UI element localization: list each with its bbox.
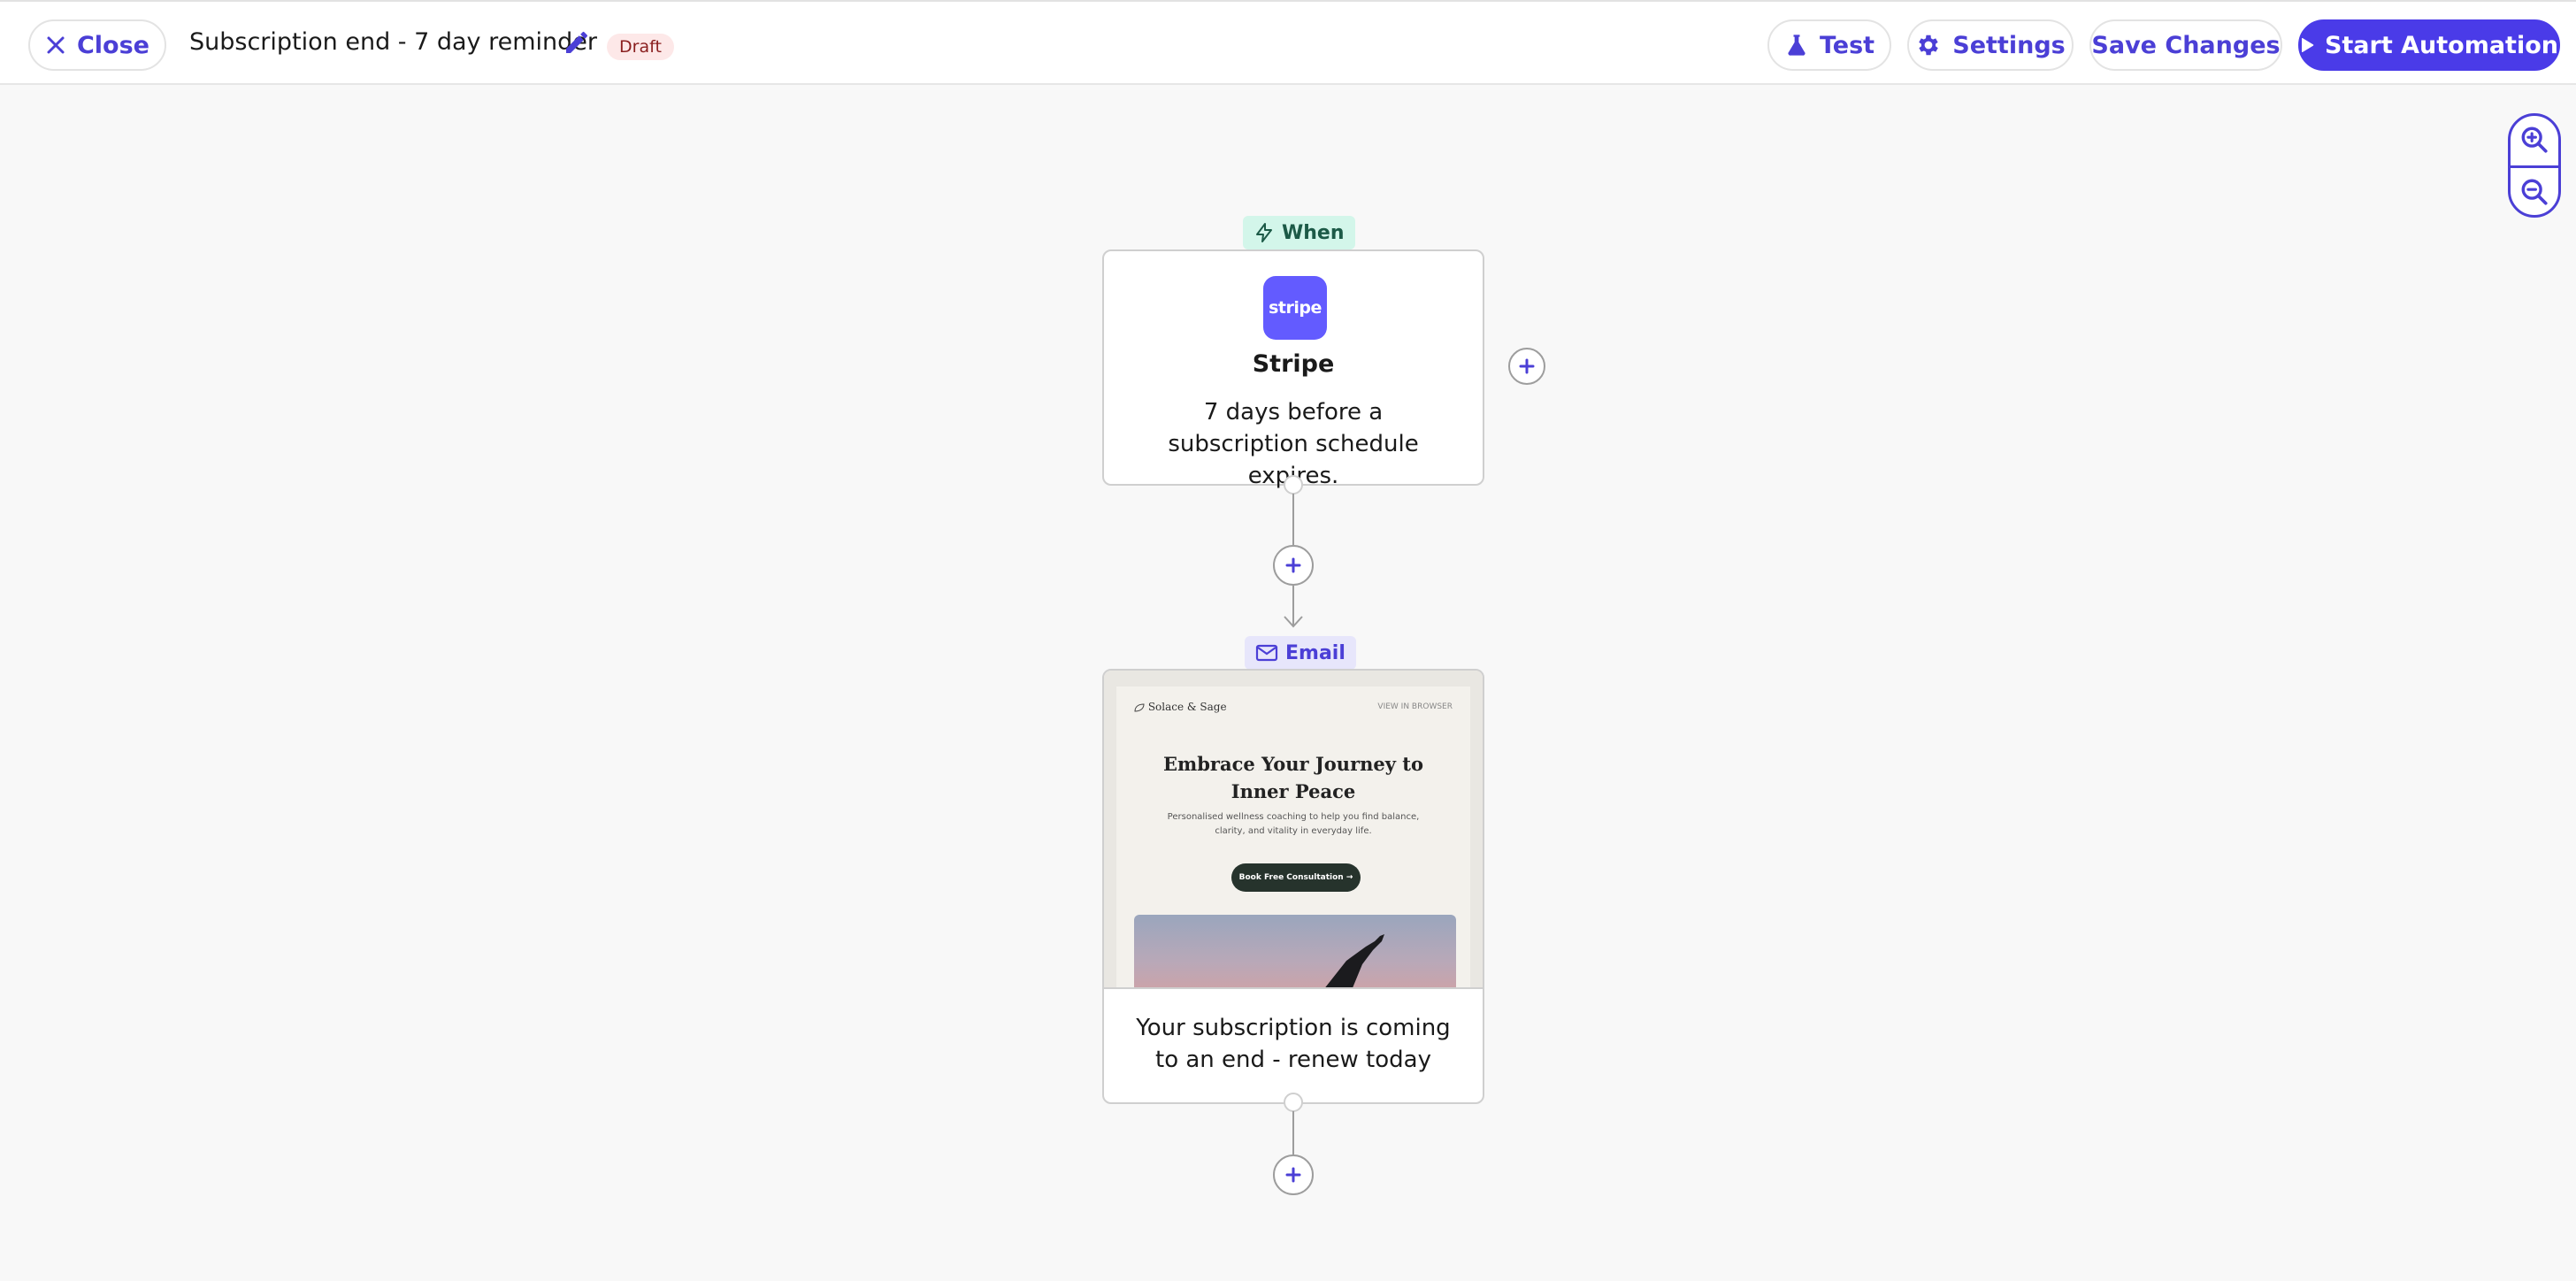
trigger-tag: When <box>1243 216 1355 249</box>
play-icon <box>2301 38 2314 52</box>
hero-silhouette <box>1325 934 1384 987</box>
zoom-out-button[interactable] <box>2511 168 2558 216</box>
settings-button[interactable]: Settings <box>1907 19 2074 71</box>
plus-icon <box>1285 557 1301 573</box>
add-step-button[interactable] <box>1273 545 1314 586</box>
arrow-down-icon <box>1284 616 1303 628</box>
automation-title: Subscription end - 7 day reminder <box>189 28 598 56</box>
email-brand: Solace & Sage <box>1134 701 1227 713</box>
pencil-icon <box>566 31 587 53</box>
trigger-card[interactable]: stripe Stripe 7 days before a subscripti… <box>1102 249 1484 489</box>
email-subject: Your subscription is coming to an end - … <box>1136 1015 1451 1073</box>
email-tag: Email <box>1245 636 1356 670</box>
start-automation-label: Start Automation <box>2324 31 2558 59</box>
save-changes-button[interactable]: Save Changes <box>2089 19 2282 71</box>
email-output-port[interactable] <box>1284 1093 1303 1112</box>
mail-icon <box>1255 644 1278 662</box>
plus-icon <box>1285 1167 1301 1183</box>
email-card[interactable]: Solace & Sage VIEW IN BROWSER Embrace Yo… <box>1102 669 1484 1104</box>
zoom-in-button[interactable] <box>2511 116 2558 164</box>
close-icon <box>47 36 65 54</box>
connector-line <box>1292 1111 1294 1155</box>
connector-line <box>1292 494 1294 545</box>
lightning-icon <box>1256 223 1272 242</box>
close-label: Close <box>76 31 150 59</box>
email-preview-body: Solace & Sage VIEW IN BROWSER Embrace Yo… <box>1116 687 1470 987</box>
zoom-control <box>2508 113 2561 218</box>
close-button[interactable]: Close <box>28 19 166 71</box>
view-in-browser-link: VIEW IN BROWSER <box>1377 702 1453 711</box>
add-step-button-bottom[interactable] <box>1273 1154 1314 1195</box>
email-preview: Solace & Sage VIEW IN BROWSER Embrace Yo… <box>1104 671 1483 989</box>
test-button[interactable]: Test <box>1767 19 1891 71</box>
trigger-output-port[interactable] <box>1284 475 1303 495</box>
email-brand-name: Solace & Sage <box>1147 701 1227 713</box>
flask-icon <box>1788 35 1806 56</box>
settings-label: Settings <box>1952 31 2066 59</box>
email-subline: Personalised wellness coaching to help y… <box>1167 812 1420 836</box>
edit-title-button[interactable] <box>563 28 591 60</box>
test-label: Test <box>1819 31 1875 59</box>
zoom-in-icon <box>2521 127 2548 153</box>
trigger-app-name: Stripe <box>1252 350 1335 378</box>
stripe-logo: stripe <box>1263 276 1327 340</box>
status-badge: Draft <box>607 34 674 60</box>
add-branch-button[interactable] <box>1508 348 1545 385</box>
zoom-out-icon <box>2521 179 2548 205</box>
leaf-icon <box>1134 702 1145 712</box>
top-bar: Close Subscription end - 7 day reminder … <box>0 0 2576 85</box>
gear-icon <box>1919 35 1939 56</box>
email-hero-image <box>1134 915 1456 987</box>
trigger-tag-label: When <box>1282 221 1345 244</box>
email-tag-label: Email <box>1285 641 1346 664</box>
plus-icon <box>1519 358 1535 374</box>
email-headline: Embrace Your Journey to Inner Peace <box>1163 753 1423 802</box>
email-cta-button: Book Free Consultation → <box>1231 863 1361 892</box>
start-automation-button[interactable]: Start Automation <box>2298 19 2560 71</box>
